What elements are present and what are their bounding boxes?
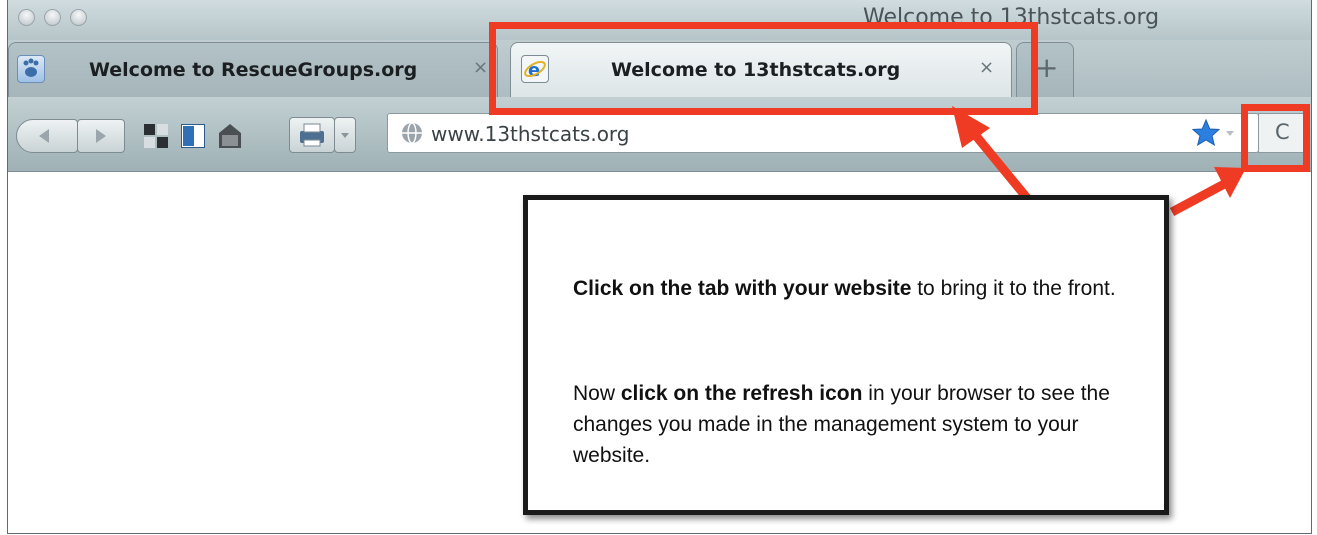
- close-window-button[interactable]: [18, 9, 35, 26]
- print-menu-button[interactable]: [334, 117, 356, 153]
- back-button[interactable]: [16, 119, 78, 153]
- callout-emphasis: Click on the tab with your website: [573, 277, 912, 300]
- grid-view-icon[interactable]: [144, 124, 168, 148]
- callout-paragraph-2: Now click on the refresh icon in your br…: [573, 378, 1133, 471]
- printer-icon: [300, 123, 324, 147]
- chevron-down-icon: [341, 133, 349, 138]
- address-bar[interactable]: www.13thstcats.org: [387, 113, 1259, 153]
- close-icon[interactable]: ×: [473, 57, 488, 78]
- forward-button[interactable]: [77, 119, 125, 153]
- refresh-highlight-box: [1241, 104, 1310, 172]
- paw-icon: [17, 55, 45, 83]
- back-arrow-icon: [39, 129, 49, 143]
- instruction-callout: Click on the tab with your website to br…: [523, 195, 1169, 515]
- minimize-window-button[interactable]: [44, 9, 61, 26]
- callout-paragraph-1: Click on the tab with your website to br…: [573, 273, 1133, 304]
- print-button[interactable]: [289, 117, 335, 153]
- tab-rescuegroups[interactable]: Welcome to RescueGroups.org ×: [8, 42, 498, 98]
- callout-emphasis: click on the refresh icon: [620, 382, 863, 405]
- zoom-window-button[interactable]: [70, 9, 87, 26]
- plus-icon: +: [1035, 51, 1059, 84]
- callout-text: to bring it to the front.: [911, 277, 1116, 300]
- callout-text: Now: [573, 382, 621, 405]
- tab-label: Welcome to RescueGroups.org: [89, 59, 418, 81]
- home-icon[interactable]: [218, 123, 242, 149]
- forward-arrow-icon: [96, 129, 106, 143]
- globe-icon: [402, 122, 422, 144]
- sidebar-icon[interactable]: [181, 124, 205, 148]
- tab-highlight-box: [489, 22, 1038, 115]
- chevron-down-icon[interactable]: [1224, 119, 1236, 147]
- bookmark-star-icon[interactable]: [1192, 119, 1220, 147]
- url-text: www.13thstcats.org: [431, 122, 630, 146]
